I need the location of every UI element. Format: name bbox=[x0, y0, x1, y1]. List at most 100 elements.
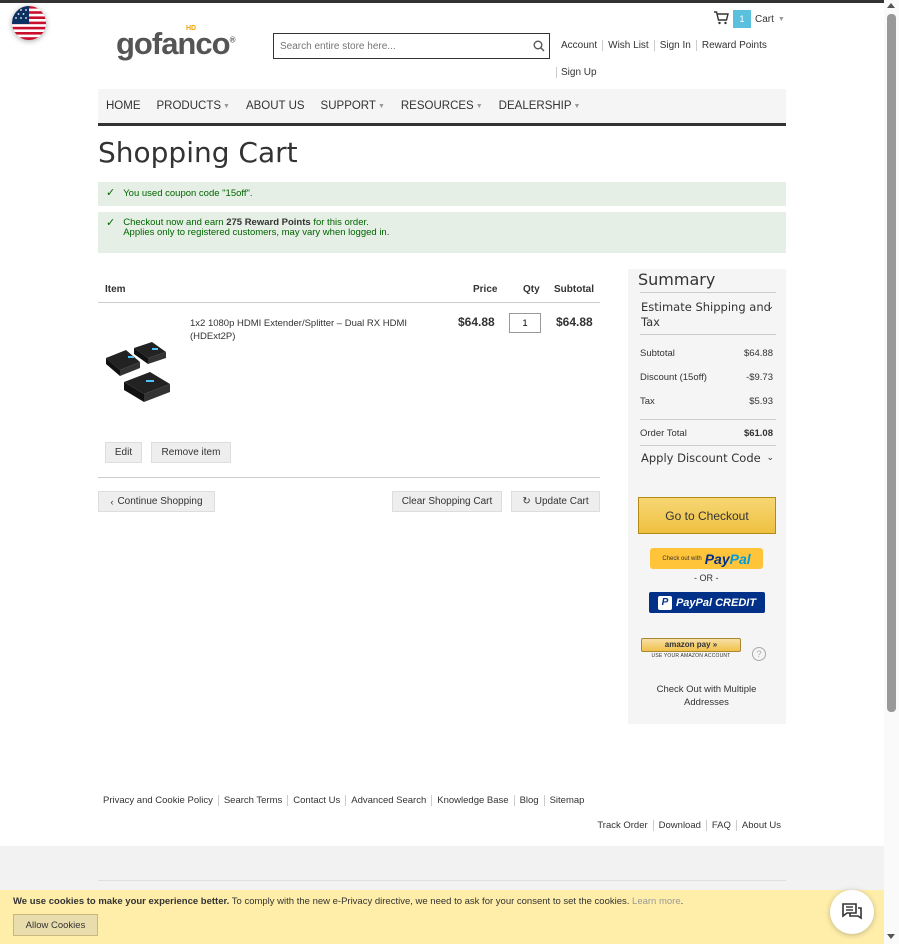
nav-label: PRODUCTS bbox=[156, 100, 222, 112]
learn-more-link[interactable]: Learn more bbox=[632, 896, 681, 907]
nav-products[interactable]: PRODUCTS ▼ bbox=[149, 100, 238, 112]
paypal-credit-label: PayPal CREDIT bbox=[675, 596, 757, 609]
summary-row-subtotal: Subtotal $64.88 bbox=[640, 348, 773, 359]
clear-cart-button[interactable]: Clear Shopping Cart bbox=[392, 491, 502, 512]
summary-label: Discount (15off) bbox=[640, 372, 707, 383]
summary-divider bbox=[640, 292, 776, 293]
header-subtotal: Subtotal bbox=[554, 284, 594, 295]
header-price: Price bbox=[473, 284, 498, 295]
nav-dealership[interactable]: DEALERSHIP ▼ bbox=[491, 100, 589, 112]
summary-divider bbox=[640, 419, 776, 420]
account-link[interactable]: Account bbox=[560, 40, 602, 51]
nav-home[interactable]: HOME bbox=[98, 100, 149, 112]
summary-label: Tax bbox=[640, 396, 655, 407]
summary-row-discount: Discount (15off) -$9.73 bbox=[640, 372, 773, 383]
logo-hd-badge: HD bbox=[186, 25, 197, 32]
amazon-pay-button[interactable]: amazon pay » USE YOUR AMAZON ACCOUNT bbox=[641, 638, 741, 660]
remove-item-button[interactable]: Remove item bbox=[151, 442, 231, 463]
header-links: Account Wish List Sign In Reward Points bbox=[560, 40, 772, 51]
scroll-up-icon[interactable] bbox=[887, 3, 895, 8]
us-flag-icon[interactable] bbox=[12, 6, 46, 40]
paypal-credit-button[interactable]: P PayPal CREDIT bbox=[649, 592, 765, 613]
sign-up-link[interactable]: Sign Up bbox=[556, 67, 597, 78]
sign-in-link[interactable]: Sign In bbox=[653, 40, 696, 51]
footer-link[interactable]: Download bbox=[652, 820, 706, 831]
order-total-label: Order Total bbox=[640, 428, 687, 439]
cart-label: Cart bbox=[755, 13, 774, 25]
summary-value: -$9.73 bbox=[746, 372, 773, 383]
footer-link[interactable]: Sitemap bbox=[543, 795, 590, 806]
search-box bbox=[273, 33, 550, 59]
summary-row-tax: Tax $5.93 bbox=[640, 396, 773, 407]
footer-link[interactable]: Contact Us bbox=[287, 795, 345, 806]
item-price: $64.88 bbox=[458, 315, 495, 329]
coupon-message: ✓ You used coupon code "15off". bbox=[98, 182, 786, 206]
product-name-link[interactable]: 1x2 1080p HDMI Extender/Splitter – Dual … bbox=[190, 317, 430, 343]
estimate-shipping-toggle[interactable]: Estimate Shipping and Tax ⌄ bbox=[641, 300, 774, 330]
paypal-logo-a: Pay bbox=[704, 550, 730, 567]
footer-link[interactable]: FAQ bbox=[705, 820, 736, 831]
reward-line2: Applies only to registered customers, ma… bbox=[123, 227, 390, 238]
nav-resources[interactable]: RESOURCES ▼ bbox=[393, 100, 491, 112]
scrollbar[interactable] bbox=[884, 0, 899, 944]
edit-button[interactable]: Edit bbox=[105, 442, 142, 463]
amazon-pay-sub: USE YOUR AMAZON ACCOUNT bbox=[651, 653, 731, 659]
paypal-p-icon: P bbox=[657, 595, 672, 610]
logo-text: gofanco bbox=[116, 26, 231, 61]
go-to-checkout-button[interactable]: Go to Checkout bbox=[638, 497, 776, 534]
footer-link[interactable]: Track Order bbox=[592, 820, 652, 831]
wish-list-link[interactable]: Wish List bbox=[602, 40, 654, 51]
footer-link[interactable]: Blog bbox=[513, 795, 544, 806]
summary-value: $5.93 bbox=[749, 396, 773, 407]
search-icon[interactable] bbox=[529, 36, 549, 56]
footer-link[interactable]: Advanced Search bbox=[345, 795, 431, 806]
chevron-down-icon: ▼ bbox=[475, 102, 483, 110]
header-item: Item bbox=[105, 284, 126, 295]
order-total-value: $61.08 bbox=[743, 428, 773, 439]
paypal-checkout-button[interactable]: Check out with PayPal bbox=[650, 548, 763, 569]
footer-divider bbox=[98, 880, 786, 881]
footer-link[interactable]: Knowledge Base bbox=[431, 795, 513, 806]
product-image[interactable] bbox=[104, 340, 176, 406]
footer-link[interactable]: Search Terms bbox=[217, 795, 287, 806]
scrollbar-thumb[interactable] bbox=[887, 14, 896, 712]
reward-points-link[interactable]: Reward Points bbox=[695, 40, 772, 51]
nav-about-us[interactable]: ABOUT US bbox=[238, 100, 313, 112]
reward-message: ✓ Checkout now and earn 275 Reward Point… bbox=[98, 212, 786, 253]
logo[interactable]: gofanco® bbox=[116, 26, 235, 62]
scroll-down-icon[interactable] bbox=[887, 934, 895, 939]
cart-icon bbox=[713, 10, 729, 28]
chevron-down-icon: ▼ bbox=[377, 102, 385, 110]
table-divider bbox=[98, 302, 600, 303]
nav-label: ABOUT US bbox=[245, 100, 305, 112]
multi-address-link[interactable]: Check Out with Multiple Addresses bbox=[640, 683, 773, 709]
chat-icon[interactable] bbox=[830, 890, 874, 934]
main-nav: HOME PRODUCTS ▼ ABOUT US SUPPORT ▼ RESOURC… bbox=[98, 89, 786, 126]
or-separator: - OR - bbox=[694, 573, 719, 583]
coupon-message-text: You used coupon code "15off". bbox=[123, 188, 253, 199]
reward-message-text: Checkout now and earn 275 Reward Points … bbox=[123, 218, 389, 238]
qty-input[interactable] bbox=[509, 313, 541, 333]
summary-label: Subtotal bbox=[640, 348, 675, 359]
allow-cookies-button[interactable]: Allow Cookies bbox=[13, 914, 98, 936]
chevron-down-icon: ▼ bbox=[777, 15, 785, 23]
apply-discount-toggle[interactable]: Apply Discount Code ⌄ bbox=[641, 451, 774, 466]
footer-link[interactable]: Privacy and Cookie Policy bbox=[98, 795, 218, 806]
update-cart-button[interactable]: ↻ Update Cart bbox=[511, 491, 600, 512]
nav-label: RESOURCES bbox=[400, 100, 474, 112]
estimate-shipping-label: Estimate Shipping and Tax bbox=[641, 300, 771, 329]
summary-row-order-total: Order Total $61.08 bbox=[640, 428, 773, 439]
continue-shopping-button[interactable]: ‹ Continue Shopping bbox=[98, 491, 215, 512]
help-icon[interactable]: ? bbox=[752, 647, 766, 661]
mini-cart[interactable]: 1 Cart ▼ bbox=[713, 10, 785, 28]
nav-label: SUPPORT bbox=[320, 100, 376, 112]
footer-link[interactable]: About Us bbox=[735, 820, 786, 831]
nav-support[interactable]: SUPPORT ▼ bbox=[313, 100, 393, 112]
paypal-logo-b: Pal bbox=[729, 550, 751, 567]
search-input[interactable] bbox=[274, 35, 529, 57]
summary-title: Summary bbox=[638, 270, 716, 289]
paypal-logo: PayPal bbox=[705, 551, 751, 567]
top-border bbox=[0, 0, 884, 3]
header-qty: Qty bbox=[523, 284, 540, 295]
cookie-bold: We use cookies to make your experience b… bbox=[13, 896, 230, 907]
